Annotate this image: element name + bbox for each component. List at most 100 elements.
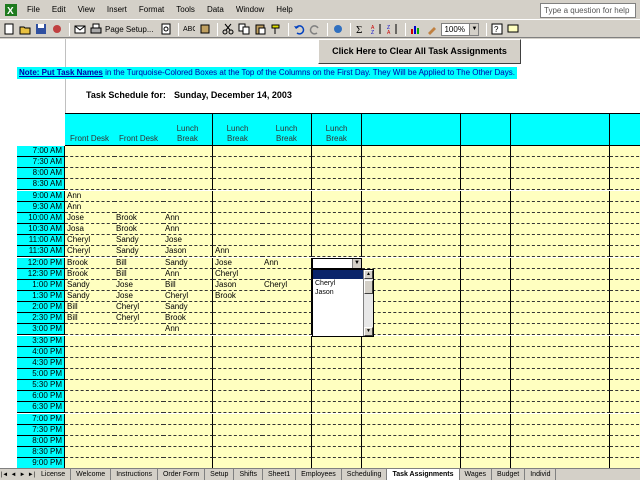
assignment-cell[interactable]: Ann [213, 246, 263, 258]
assignment-cell[interactable] [461, 357, 511, 369]
assignment-cell[interactable] [262, 413, 312, 425]
assignment-cell[interactable] [560, 290, 610, 302]
assignment-cell[interactable] [262, 391, 312, 403]
assignment-cell[interactable] [362, 257, 412, 269]
tab-task-assignments[interactable]: Task Assignments [387, 469, 460, 480]
assignment-cell[interactable]: Ann [163, 212, 213, 224]
assignment-cell[interactable] [262, 369, 312, 380]
assignment-cell[interactable] [114, 369, 164, 380]
dropdown-option[interactable]: Cheryl [313, 279, 363, 288]
assignment-cell[interactable] [362, 369, 412, 380]
assignment-cell[interactable] [511, 324, 561, 336]
format-painter-button[interactable] [269, 22, 283, 36]
assignment-cell[interactable] [610, 324, 640, 336]
assignment-cell[interactable] [262, 290, 312, 302]
assignment-cell[interactable] [262, 335, 312, 347]
assignment-cell[interactable] [511, 357, 561, 369]
assignment-cell[interactable] [610, 246, 640, 258]
dropdown-option[interactable]: Jason [313, 288, 363, 297]
assignment-cell[interactable] [610, 402, 640, 414]
menu-window[interactable]: Window [230, 0, 270, 20]
assignment-cell[interactable] [362, 413, 412, 425]
assignment-cell[interactable] [461, 212, 511, 224]
assignment-cell[interactable] [114, 179, 164, 191]
assignment-cell[interactable] [511, 391, 561, 403]
menu-edit[interactable]: Edit [46, 0, 72, 20]
assignment-cell[interactable] [362, 391, 412, 403]
assignment-cell[interactable] [362, 380, 412, 392]
undo-button[interactable] [292, 22, 306, 36]
tab-order-form[interactable]: Order Form [158, 469, 206, 480]
assignment-cell[interactable] [362, 335, 412, 347]
assignment-cell[interactable] [610, 302, 640, 314]
assignment-cell[interactable] [262, 190, 312, 202]
assignment-cell[interactable] [610, 413, 640, 425]
assignment-cell[interactable]: Brook [65, 268, 115, 280]
task-column-header[interactable] [610, 113, 640, 146]
assignment-cell[interactable] [163, 157, 213, 169]
assignment-cell[interactable] [163, 201, 213, 213]
menu-file[interactable]: File [21, 0, 46, 20]
assignment-cell[interactable] [65, 324, 115, 336]
assignment-cell[interactable] [560, 324, 610, 336]
assignment-cell[interactable] [511, 302, 561, 314]
assignment-cell[interactable]: Brook [65, 257, 115, 269]
assignment-cell[interactable] [362, 246, 412, 258]
assignment-cell[interactable] [312, 346, 362, 358]
assignment-cell[interactable]: Cheryl [262, 279, 312, 291]
assignment-cell[interactable] [610, 157, 640, 169]
assignment-cell[interactable] [560, 346, 610, 358]
assignment-cell[interactable] [213, 402, 263, 414]
assignment-cell[interactable]: Cheryl [65, 235, 115, 247]
assignment-cell[interactable] [262, 313, 312, 325]
assignment-cell[interactable] [114, 458, 164, 468]
assignment-cell[interactable] [560, 157, 610, 169]
tab-sheet1[interactable]: Sheet1 [263, 469, 297, 480]
assignment-cell[interactable]: Ann [163, 268, 213, 280]
assignment-cell[interactable] [461, 279, 511, 291]
assignment-cell[interactable] [312, 179, 362, 191]
assignment-cell[interactable] [114, 146, 164, 157]
task-column-header[interactable]: Lunch Break [262, 113, 312, 146]
assignment-cell[interactable] [362, 212, 412, 224]
assignment-cell[interactable] [114, 201, 164, 213]
assignment-cell[interactable] [560, 391, 610, 403]
assignment-cell[interactable] [65, 179, 115, 191]
assignment-cell[interactable]: Cheryl [163, 290, 213, 302]
assignment-cell[interactable] [411, 447, 461, 459]
assignment-cell[interactable] [411, 257, 461, 269]
assignment-cell[interactable]: Sandy [114, 235, 164, 247]
assignment-cell[interactable] [114, 357, 164, 369]
assignment-cell[interactable] [610, 357, 640, 369]
worksheet[interactable]: Click Here to Clear All Task Assignments… [0, 39, 640, 468]
assignment-cell[interactable] [262, 357, 312, 369]
assignment-cell[interactable] [560, 168, 610, 180]
assignment-cell[interactable] [362, 424, 412, 436]
assignment-cell[interactable] [312, 246, 362, 258]
tab-employees[interactable]: Employees [296, 469, 342, 480]
autosum-button[interactable]: Σ [354, 22, 368, 36]
assignment-cell[interactable] [411, 235, 461, 247]
page-setup-button[interactable]: Page Setup... [105, 25, 153, 34]
assignment-cell[interactable] [560, 435, 610, 447]
assignment-cell[interactable] [65, 391, 115, 403]
assignment-cell[interactable] [461, 424, 511, 436]
assignment-cell[interactable] [114, 168, 164, 180]
assignment-cell[interactable] [163, 335, 213, 347]
task-column-header[interactable]: Front Desk [65, 113, 115, 146]
assignment-cell[interactable] [560, 212, 610, 224]
assignment-cell[interactable] [511, 246, 561, 258]
task-column-header[interactable] [511, 113, 561, 146]
scroll-down-icon[interactable]: ▼ [364, 327, 373, 336]
assignment-cell[interactable] [411, 413, 461, 425]
assignment-cell[interactable] [163, 402, 213, 414]
assignment-cell[interactable] [213, 190, 263, 202]
assignment-cell[interactable] [461, 335, 511, 347]
assignment-cell[interactable] [610, 424, 640, 436]
assignment-cell[interactable] [411, 380, 461, 392]
assignment-cell[interactable] [163, 413, 213, 425]
assignment-cell[interactable] [511, 146, 561, 157]
assignment-cell[interactable] [213, 357, 263, 369]
assignment-cell[interactable] [163, 447, 213, 459]
assignment-cell[interactable] [411, 279, 461, 291]
